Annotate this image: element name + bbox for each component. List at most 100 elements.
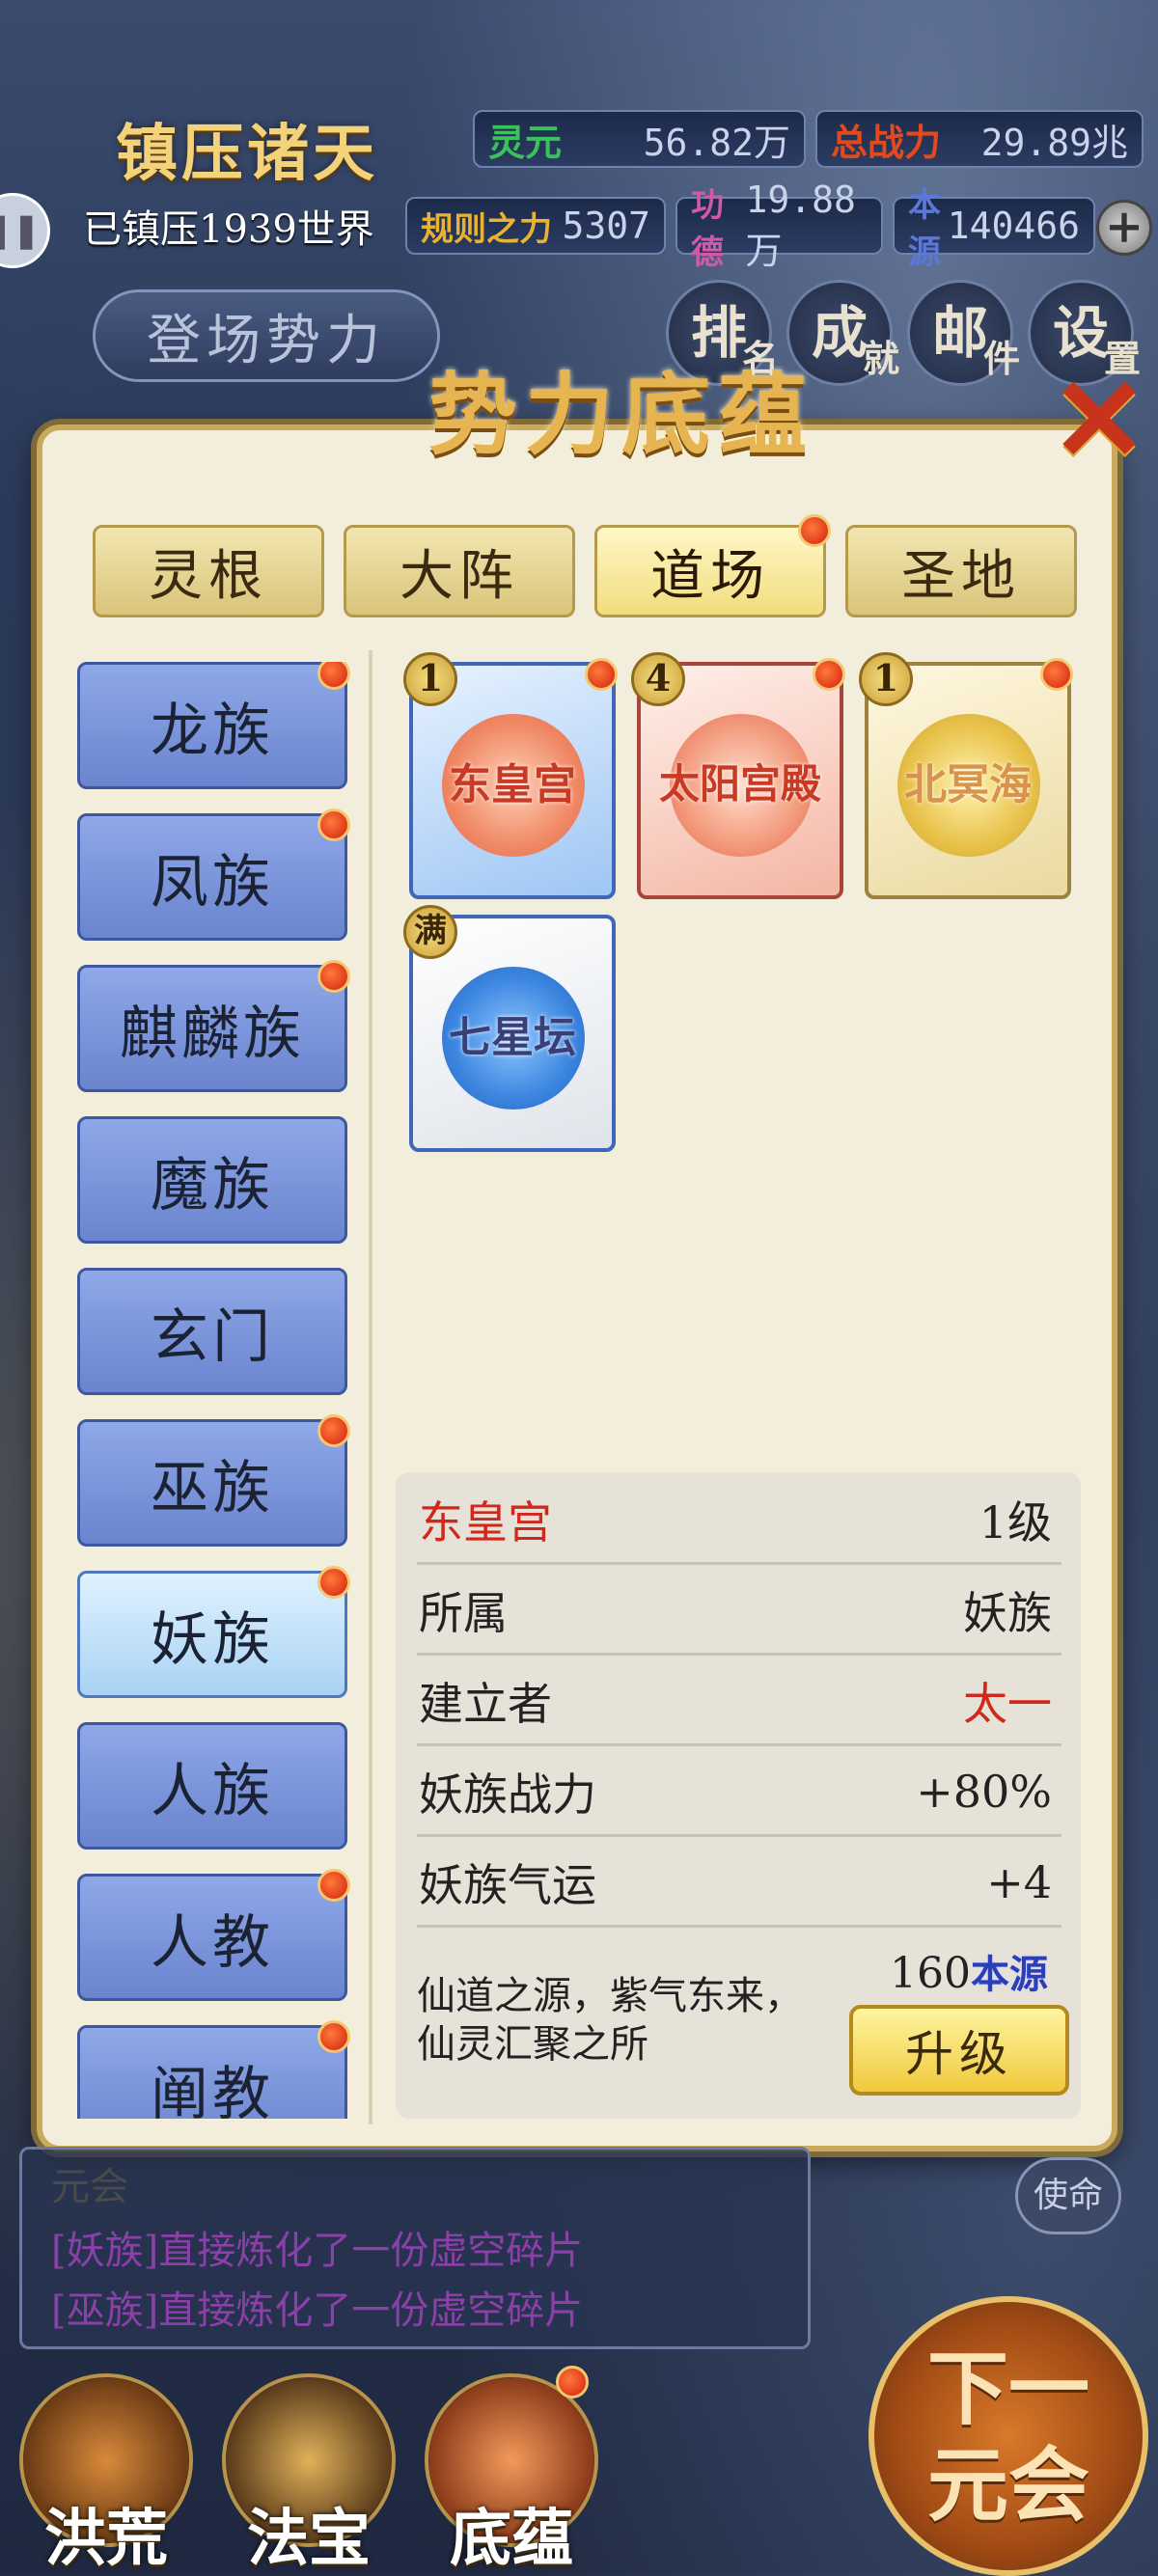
card-donghuanggong[interactable]: 东皇宫 1 (403, 652, 618, 899)
category-tabs: 灵根 大阵 道场 圣地 (93, 514, 1077, 621)
faction-label: 魔族 (151, 1151, 274, 1219)
mail-icon: 邮 (931, 300, 988, 366)
faction-item-yao[interactable]: 妖族 (77, 1566, 350, 1698)
merit-label: 功德 (691, 186, 724, 272)
mail-button[interactable]: 邮件 (907, 280, 1020, 386)
nav-label: 洪荒 (44, 2503, 168, 2575)
origin-counter: 本源 140466 (893, 186, 1095, 272)
log-line: [巫族]直接炼化了一份虚空碎片 (51, 2288, 584, 2333)
origin-value: 140466 (947, 205, 1080, 247)
card-level-badge: 1 (859, 652, 913, 706)
close-icon: ✕ (1050, 352, 1148, 488)
nav-label: 法宝 (247, 2503, 371, 2575)
close-button[interactable]: ✕ (1046, 363, 1152, 479)
card-beiminghai[interactable]: 北冥海 1 (859, 652, 1073, 899)
faction-label: 人教 (151, 1908, 274, 1977)
lingyuan-counter: 灵元 56.82万 (473, 110, 806, 168)
tab-label: 灵根 (149, 544, 268, 608)
detail-key: 建立者 (419, 1677, 552, 1730)
notification-dot (798, 514, 831, 547)
card-name: 东皇宫 (449, 760, 576, 809)
next-era-button[interactable]: 下一 元会 (868, 2296, 1148, 2576)
faction-item-chanjiao[interactable]: 阐教 (77, 2020, 350, 2120)
card-name: 北冥海 (904, 760, 1032, 809)
nav-fabao[interactable]: 法宝 (212, 2373, 405, 2576)
detail-row-luck: 妖族气运 +4 (417, 1839, 1062, 1928)
notification-dot (317, 662, 350, 690)
mission-button[interactable]: 使命 (1015, 2157, 1121, 2234)
detail-level: 1级 (979, 1495, 1052, 1548)
rules-value: 5307 (562, 205, 650, 247)
upgrade-cost: 160本源 (872, 1943, 1065, 1999)
power-label: 总战力 (831, 120, 942, 164)
tab-lingen[interactable]: 灵根 (93, 525, 324, 617)
notification-dot (556, 2366, 589, 2398)
faction-item-ren[interactable]: 人族 (77, 1722, 347, 1850)
pause-icon: ❚❚ (0, 211, 41, 250)
card-name: 七星坛 (449, 1013, 576, 1062)
faction-item-xuanmen[interactable]: 玄门 (77, 1268, 347, 1395)
detail-key: 所属 (419, 1586, 508, 1639)
detail-header: 东皇宫 1级 (417, 1476, 1062, 1565)
rules-label: 规则之力 (421, 209, 552, 249)
tab-label: 大阵 (400, 544, 519, 608)
merit-value: 19.88万 (745, 178, 856, 272)
faction-label: 麒麟族 (120, 1000, 305, 1068)
pause-button[interactable]: ❚❚ (0, 193, 50, 268)
card-level-badge: 1 (403, 652, 457, 706)
stage-forces-button[interactable]: 登场势力 (93, 289, 440, 382)
nav-label: 底蕴 (450, 2503, 573, 2575)
nav-honghuang[interactable]: 洪荒 (10, 2373, 203, 2576)
modal-title: 势力底蕴 (427, 363, 814, 467)
notification-dot (585, 658, 618, 691)
faction-list[interactable]: 龙族 凤族 麒麟族 魔族 玄门 巫族 妖族 人族 人教 阐教 (77, 662, 357, 2119)
suppressed-worlds: 已镇压1939世界 (83, 207, 374, 252)
power-counter: 总战力 29.89兆 (815, 110, 1144, 168)
game-title: 镇压诸天 (116, 118, 378, 190)
tab-shengdi[interactable]: 圣地 (845, 525, 1077, 617)
faction-label: 玄门 (151, 1302, 274, 1371)
faction-item-renjiao[interactable]: 人教 (77, 1869, 350, 2001)
faction-item-feng[interactable]: 凤族 (77, 808, 350, 941)
tab-label: 道场 (650, 544, 770, 608)
card-name: 太阳宫殿 (658, 759, 821, 808)
card-taiyanggongdian[interactable]: 太阳宫殿 4 (631, 652, 845, 899)
detail-value: 妖族 (963, 1586, 1052, 1639)
notification-dot (813, 658, 845, 691)
detail-row-power: 妖族战力 +80% (417, 1748, 1062, 1837)
upgrade-button[interactable]: 升级 (849, 2005, 1069, 2096)
origin-label: 本源 (908, 186, 941, 272)
faction-label: 阐教 (151, 2060, 274, 2120)
faction-label: 凤族 (151, 848, 274, 917)
lingyuan-label: 灵元 (488, 120, 563, 164)
faction-item-long[interactable]: 龙族 (77, 662, 350, 789)
tab-dazhen[interactable]: 大阵 (344, 525, 575, 617)
next-label-2: 元会 (926, 2437, 1089, 2533)
cost-amount: 160 (890, 1949, 971, 1998)
notification-dot (1040, 658, 1073, 691)
nav-diyun[interactable]: 底蕴 (415, 2366, 608, 2576)
card-qixingtan[interactable]: 七星坛 满 (403, 905, 616, 1152)
faction-item-wu[interactable]: 巫族 (77, 1414, 350, 1547)
detail-key: 妖族战力 (419, 1768, 596, 1821)
log-line: [妖族]直接炼化了一份虚空碎片 (51, 2229, 584, 2273)
faction-item-qilin[interactable]: 麒麟族 (77, 960, 350, 1092)
event-log: 元会 [妖族]直接炼化了一份虚空碎片 [巫族]直接炼化了一份虚空碎片 (19, 2147, 811, 2349)
plus-icon: + (1104, 200, 1144, 254)
lingyuan-value: 56.82万 (643, 121, 790, 164)
heritage-modal: 势力底蕴 ✕ 灵根 大阵 道场 圣地 龙族 凤族 麒麟族 魔族 玄门 巫族 妖族… (37, 363, 1147, 2151)
detail-value: 太一 (963, 1677, 1052, 1730)
detail-description: 仙道之源，紫气东来，仙灵汇聚之所 (417, 1974, 803, 2067)
notification-dot (317, 2020, 350, 2053)
faction-label: 人族 (151, 1757, 274, 1825)
faction-item-mo[interactable]: 魔族 (77, 1116, 347, 1244)
detail-row-faction: 所属 妖族 (417, 1567, 1062, 1656)
tab-label: 圣地 (901, 544, 1021, 608)
detail-key: 妖族气运 (419, 1858, 596, 1911)
faction-label: 妖族 (151, 1605, 274, 1674)
tab-daochang[interactable]: 道场 (594, 514, 831, 617)
add-origin-button[interactable]: + (1096, 200, 1152, 256)
notification-dot (317, 1414, 350, 1447)
card-level-badge: 满 (403, 905, 457, 959)
rules-counter: 规则之力 5307 (405, 197, 666, 255)
